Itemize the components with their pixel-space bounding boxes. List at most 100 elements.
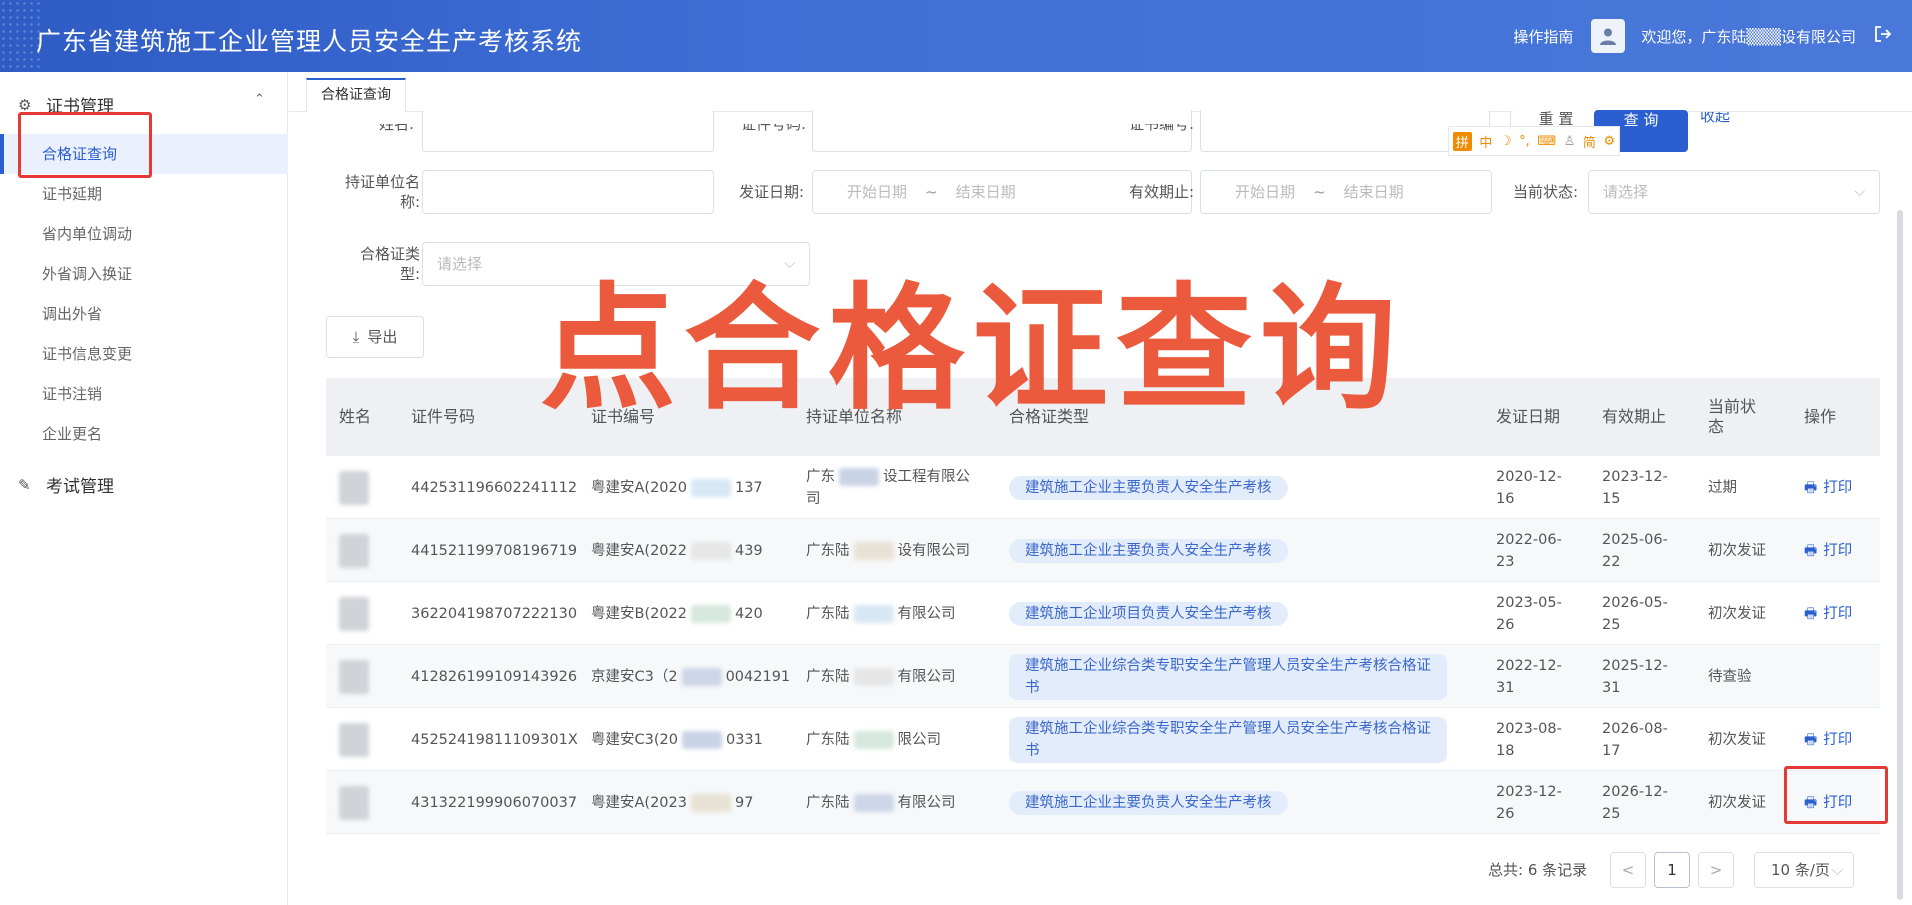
- unit-part-a: 广东陆: [806, 605, 850, 622]
- end-date-placeholder: 结束日期: [955, 183, 1016, 201]
- ime-simplified-icon: 简: [1582, 135, 1596, 151]
- chevron-up-icon[interactable]: ⌃: [254, 92, 265, 107]
- table-row: 362204198707222130 粤建安B(2022 420 广东陆 有限公司 …: [326, 582, 1880, 645]
- sidebar-item-rename[interactable]: 企业更名: [0, 414, 288, 454]
- date-part-a: 2023-12-: [1496, 783, 1562, 800]
- cell-issue-date: 2023-12- 26: [1496, 771, 1562, 834]
- print-button[interactable]: 🖶 打印: [1804, 477, 1852, 499]
- keyboard-icon: ⌨: [1537, 133, 1557, 149]
- sidebar-item-info-change[interactable]: 证书信息变更: [0, 334, 288, 374]
- sidebar-item-cert-extend[interactable]: 证书延期: [0, 174, 288, 214]
- th-issue-date: 发证日期: [1496, 407, 1561, 426]
- page-size-label: 10 条/页: [1771, 861, 1830, 879]
- th-unit: 持证单位名称: [806, 407, 903, 426]
- cert-type-tag: 建筑施工企业项目负责人安全生产考核: [1009, 601, 1288, 626]
- cell-issue-date: 2023-05- 26: [1496, 582, 1562, 645]
- date-part-b: 18: [1496, 742, 1515, 759]
- cert-type-line1: 建筑施工企业综合类专职安全生产管理人员安全生产考核合格证: [1025, 657, 1431, 674]
- redacted-blur: [853, 730, 894, 749]
- date-part-b: 23: [1496, 553, 1515, 570]
- table-row: 431322199906070037 粤建安A(2023 97 广东陆 有限公司 建…: [326, 771, 1880, 834]
- cert-no-part-b: 0042191: [725, 668, 791, 685]
- sidebar-item-label: 证书注销: [42, 385, 103, 403]
- table-row: 45252419811109301X 粤建安C3(20 0331 广东陆 限公司 建…: [326, 708, 1880, 771]
- sidebar-item-transfer-out[interactable]: 调出外省: [0, 294, 288, 334]
- collapse-link[interactable]: 收起: [1700, 112, 1730, 126]
- cell-unit: 广东陆 有限公司: [806, 582, 996, 645]
- cert-no-part-b: 137: [734, 479, 763, 496]
- cell-type: 建筑施工企业项目负责人安全生产考核: [1009, 582, 1479, 645]
- page-size-select[interactable]: 10 条/页 ⌵: [1754, 852, 1854, 888]
- ime-toolbar[interactable]: 拼 中 ☽ °, ⌨ ♙ 简 ⚙: [1448, 126, 1620, 156]
- sidebar-item-transfer-in-province[interactable]: 省内单位调动: [0, 214, 288, 254]
- cert-type-tag: 建筑施工企业主要负责人安全生产考核: [1009, 790, 1288, 815]
- cert-type-select[interactable]: 请选择 ⌵: [422, 242, 810, 286]
- sidebar-item-label: 外省调入换证: [42, 265, 133, 283]
- sidebar-item-transfer-in-exchange[interactable]: 外省调入换证: [0, 254, 288, 294]
- name-input[interactable]: [422, 110, 714, 152]
- unit-part-a: 广东陆: [806, 542, 850, 559]
- person-icon: ♙: [1563, 133, 1576, 149]
- date-part-a: 2022-06-: [1496, 531, 1562, 548]
- sidebar-group-exam[interactable]: ✎ 考试管理: [18, 472, 114, 498]
- status-select[interactable]: 请选择 ⌵: [1588, 170, 1880, 214]
- redacted-name: [339, 785, 369, 820]
- cert-no-part-b: 97: [734, 794, 754, 811]
- date-part-b: 31: [1602, 679, 1621, 696]
- scrollbar[interactable]: [1897, 210, 1903, 900]
- holder-unit-input[interactable]: [422, 170, 714, 214]
- redacted-name: [339, 470, 369, 505]
- cell-valid-until: 2025-06- 22: [1602, 519, 1668, 582]
- cell-cert-no: 粤建安A(2020 137: [591, 456, 763, 519]
- cell-valid-until: 2026-05- 25: [1602, 582, 1668, 645]
- pager-next-button[interactable]: >: [1698, 852, 1734, 888]
- cert-num-input[interactable]: [1200, 110, 1490, 152]
- cell-issue-date: 2022-12- 31: [1496, 645, 1562, 708]
- cell-valid-until: 2026-12- 25: [1602, 771, 1668, 834]
- cert-no-part-a: 粤建安A(2020: [591, 479, 687, 496]
- date-part-b: 25: [1602, 805, 1621, 822]
- cell-id: 431322199906070037: [411, 794, 578, 811]
- highlight-box-print: [1784, 766, 1888, 824]
- header-actions: 操作指南 欢迎您，广东陆▒▒▒设有限公司: [1513, 18, 1892, 54]
- print-button[interactable]: 🖶 打印: [1804, 603, 1852, 625]
- date-part-b: 31: [1496, 679, 1515, 696]
- unit-part-a: 广东陆: [806, 668, 850, 685]
- range-sep: ~: [1313, 183, 1326, 201]
- cert-no-part-b: 439: [734, 542, 763, 559]
- printer-icon: 🖶: [1804, 479, 1818, 496]
- print-button[interactable]: 🖶 打印: [1804, 540, 1852, 562]
- chevron-down-icon: ⌵: [1831, 861, 1843, 879]
- chevron-down-icon: ⌵: [784, 256, 795, 272]
- date-part-a: 2022-12-: [1496, 657, 1562, 674]
- welcome-text: 欢迎您，广东陆▒▒▒设有限公司: [1641, 27, 1856, 46]
- avatar[interactable]: [1591, 19, 1626, 53]
- redacted-blur: [839, 467, 879, 486]
- cell-cert-no: 粤建安B(2022 420: [591, 582, 763, 645]
- tab-cert-query[interactable]: 合格证查询: [306, 78, 406, 112]
- date-part-b: 15: [1602, 490, 1621, 507]
- redacted-blur: [690, 541, 731, 560]
- pager-prev-button[interactable]: <: [1610, 852, 1646, 888]
- logout-icon[interactable]: [1874, 25, 1892, 48]
- cell-name: [339, 708, 369, 771]
- redacted-name: [339, 659, 369, 694]
- th-id: 证件号码: [411, 407, 476, 426]
- pager-page-1[interactable]: 1: [1654, 852, 1690, 888]
- print-button[interactable]: 🖶 打印: [1804, 729, 1852, 751]
- export-button[interactable]: ⤓ 导出: [326, 316, 424, 358]
- date-part-a: 2025-06-: [1602, 531, 1668, 548]
- guide-link[interactable]: 操作指南: [1513, 26, 1573, 47]
- cert-type-line2: 书: [1025, 679, 1040, 696]
- printer-icon: 🖶: [1804, 731, 1818, 748]
- cell-type: 建筑施工企业综合类专职安全生产管理人员安全生产考核合格证书: [1009, 645, 1479, 708]
- redacted-blur: [681, 667, 722, 686]
- valid-until-range[interactable]: 开始日期 ~ 结束日期: [1200, 170, 1492, 214]
- table-row: 442531196602241112 粤建安A(2020 137 广东 设工程有限公…: [326, 456, 1880, 519]
- holder-unit-label: 持证单位名称:: [344, 173, 420, 211]
- print-label: 打印: [1823, 605, 1853, 622]
- unit-part-a: 广东陆: [806, 731, 850, 748]
- cell-status: 初次发证: [1708, 605, 1766, 622]
- sidebar-item-cancel[interactable]: 证书注销: [0, 374, 288, 414]
- edit-icon: ✎: [18, 475, 31, 494]
